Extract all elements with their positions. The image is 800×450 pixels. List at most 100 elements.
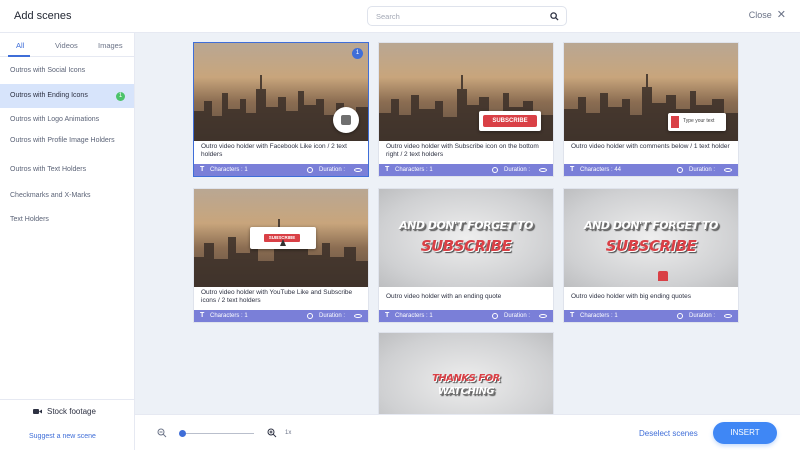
clock-icon [307,167,313,173]
zoom-level-label: 1x [285,430,292,436]
duration-label: Duration : [319,313,346,319]
suggest-scene-link[interactable]: Suggest a new scene [29,433,96,440]
scene-thumbnail: Type your text [564,43,738,141]
quote-text-line-2: WATCHING [437,386,495,397]
close-label[interactable]: Close [749,10,772,20]
scene-meta-bar: T Characters : 1 Duration : [379,164,553,176]
scene-thumbnail: SUBSCRIBE [379,43,553,141]
characters-count: Characters : 1 [210,167,248,173]
camera-icon [33,409,42,414]
scene-description: Outro video holder with YouTube Like and… [201,289,353,304]
comment-box-overlay: Type your text [668,113,726,131]
scene-description: Outro video holder with comments below /… [571,143,730,150]
category-text-holders[interactable]: Text Holders [0,215,134,225]
scene-card-big-ending-quotes[interactable]: AND DON'T FORGET TO SUBSCRIBE Outro vide… [563,188,739,323]
thumbs-up-icon [333,107,359,133]
quote-text-line-1: THANKS FOR [432,373,500,384]
quote-text-line-1: AND DON'T FORGET TO [399,219,533,232]
stock-footage-button[interactable]: Stock footage [33,407,96,416]
stock-footage-label: Stock footage [47,407,96,416]
scene-grid: 1 Outro video holder with Facebook Like … [135,33,800,414]
header: Add scenes Close ✕ [0,0,800,33]
tab-images[interactable]: Images [98,41,123,50]
scene-description: Outro video holder with Subscribe icon o… [386,143,539,158]
category-ending-icons[interactable]: Outros with Ending Icons 1 [0,84,134,108]
clock-icon [677,313,683,319]
sidebar: All Videos Images Outros with Social Ico… [0,33,135,450]
insert-button[interactable]: INSERT [713,422,777,444]
search-box[interactable] [367,6,567,26]
cursor-pointer-icon [280,239,286,246]
scene-meta-bar: T Characters : 44 Duration : [564,164,738,176]
scene-thumbnail [194,43,368,141]
scene-card-facebook-like[interactable]: 1 Outro video holder with Facebook Like … [193,42,369,177]
duration-label: Duration : [504,167,531,173]
quote-text-line-2: SUBSCRIBE [420,237,512,255]
scene-meta-bar: T Characters : 1 Duration : [379,310,553,322]
category-logo-animations[interactable]: Outros with Logo Animations [0,115,134,125]
clock-icon [492,167,498,173]
scene-meta-bar: T Characters : 1 Duration : [194,310,368,322]
zoom-in-icon[interactable] [267,428,277,438]
zoom-slider-track[interactable] [182,433,254,434]
comment-placeholder-text: Type your text [683,118,715,124]
category-profile-image-holders[interactable]: Outros with Profile Image Holders [0,136,134,156]
eye-icon[interactable] [354,314,362,318]
zoom-out-icon[interactable] [157,428,167,438]
scene-card-youtube-like-subscribe[interactable]: SUBSCRIBE Outro video holder with YouTub… [193,188,369,323]
quote-text-line-2: SUBSCRIBE [605,237,697,255]
text-icon: T [570,312,575,319]
characters-count: Characters : 1 [395,313,433,319]
subscribe-overlay-label: SUBSCRIBE [483,115,537,127]
text-icon: T [200,166,205,173]
duration-label: Duration : [689,167,716,173]
tab-videos[interactable]: Videos [55,41,78,50]
scene-description: Outro video holder with Facebook Like ic… [201,143,347,158]
quote-text-line-1: AND DON'T FORGET TO [584,219,718,232]
characters-count: Characters : 1 [580,313,618,319]
text-icon: T [200,312,205,319]
scene-card-comments-below[interactable]: Type your text Outro video holder with c… [563,42,739,177]
text-icon: T [570,166,575,173]
scene-card-subscribe-bottom-right[interactable]: SUBSCRIBE Outro video holder with Subscr… [378,42,554,177]
hand-pointer-icon [658,271,668,281]
search-input[interactable] [376,10,536,23]
eye-icon[interactable] [724,168,732,172]
category-text-holders-outros[interactable]: Outros with Text Holders [0,165,134,175]
subscribe-button-overlay: SUBSCRIBE [479,111,541,131]
scene-card-thanks-for-watching[interactable]: THANKS FOR WATCHING [378,332,554,414]
sidebar-footer: Stock footage Suggest a new scene [0,399,134,450]
arrow-down-icon [671,116,679,128]
clock-icon [492,313,498,319]
eye-icon[interactable] [724,314,732,318]
category-count-badge: 1 [116,92,125,101]
clock-icon [307,313,313,319]
dialog-title: Add scenes [14,10,72,22]
deselect-scenes-button[interactable]: Deselect scenes [639,429,698,438]
characters-count: Characters : 1 [210,313,248,319]
eye-icon[interactable] [539,168,547,172]
scene-thumbnail: AND DON'T FORGET TO SUBSCRIBE [379,189,553,287]
zoom-slider-handle[interactable] [179,430,186,437]
scene-card-ending-quote[interactable]: AND DON'T FORGET TO SUBSCRIBE Outro vide… [378,188,554,323]
search-icon[interactable] [550,12,559,21]
category-social-icons[interactable]: Outros with Social Icons [0,66,134,76]
text-icon: T [385,166,390,173]
tab-all[interactable]: All [16,41,24,50]
scene-thumbnail: AND DON'T FORGET TO SUBSCRIBE [564,189,738,287]
subscribe-button-overlay: SUBSCRIBE [250,227,316,249]
close-icon[interactable]: ✕ [777,9,786,20]
category-checkmarks[interactable]: Checkmarks and X-Marks [0,191,134,201]
characters-count: Characters : 1 [395,167,433,173]
bottom-toolbar: 1x Deselect scenes INSERT [135,414,800,450]
scene-meta-bar: T Characters : 1 Duration : [194,164,368,176]
close-button[interactable]: Close ✕ [749,9,786,20]
scene-meta-bar: T Characters : 1 Duration : [564,310,738,322]
text-icon: T [385,312,390,319]
duration-label: Duration : [319,167,346,173]
scene-thumbnail: THANKS FOR WATCHING [379,333,553,414]
eye-icon[interactable] [354,168,362,172]
category-label: Outros with Ending Icons [10,92,88,99]
eye-icon[interactable] [539,314,547,318]
scene-thumbnail: SUBSCRIBE [194,189,368,287]
